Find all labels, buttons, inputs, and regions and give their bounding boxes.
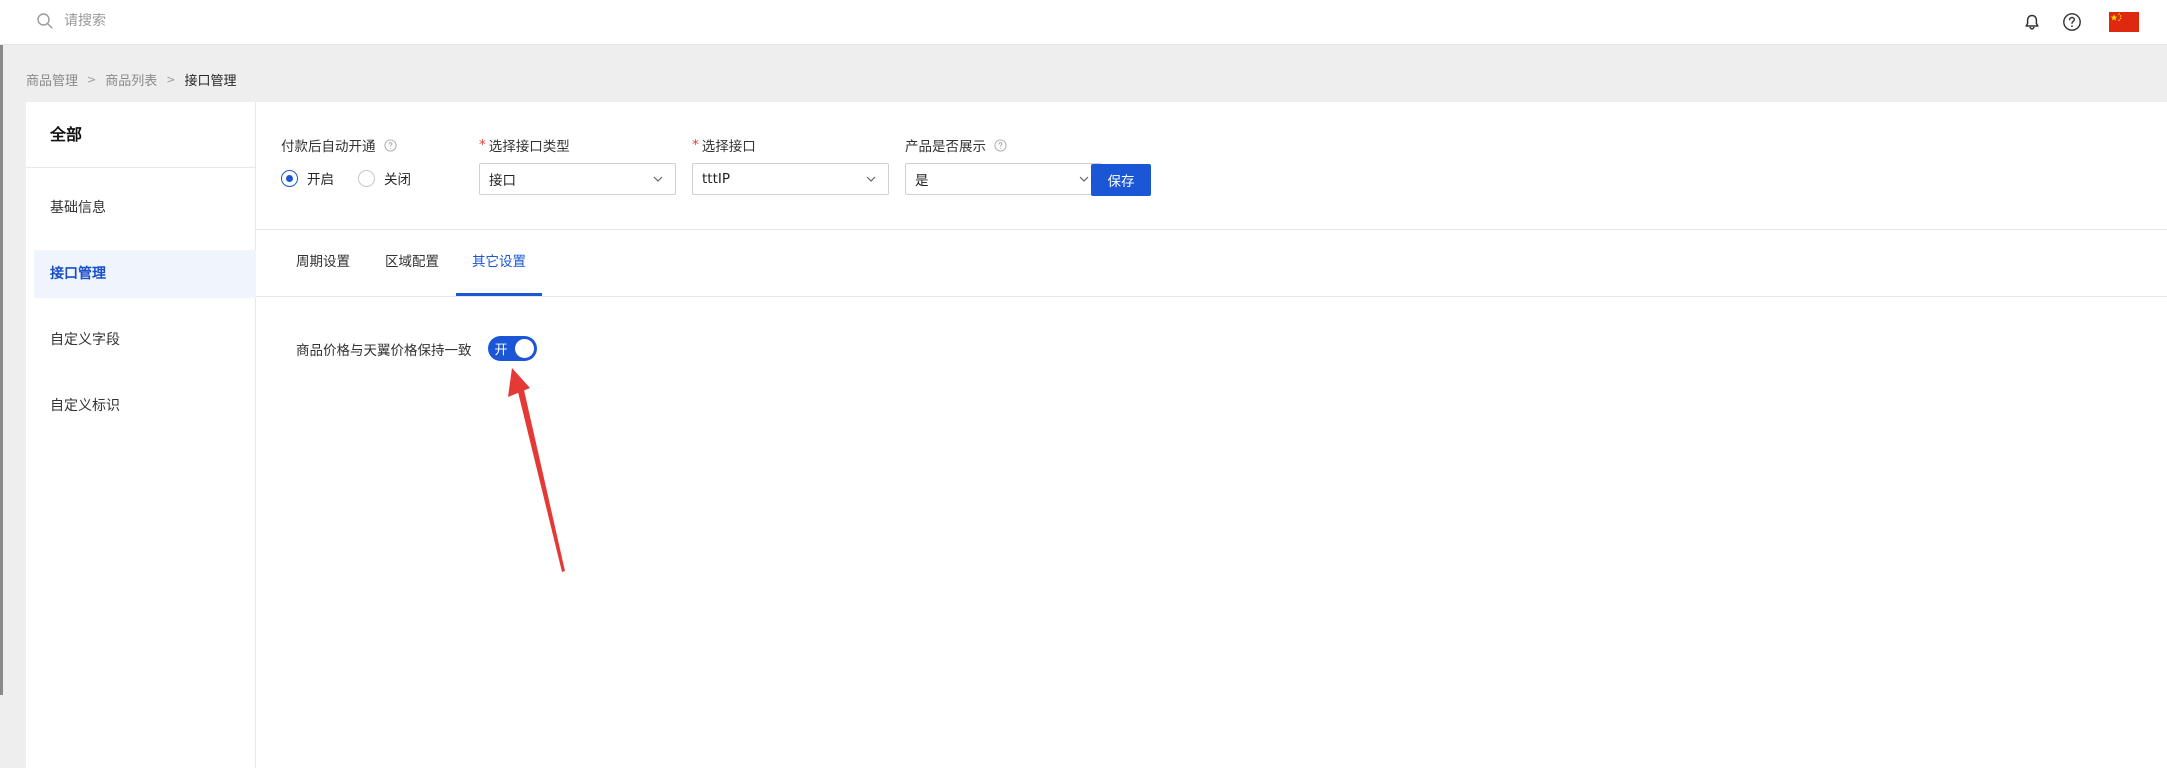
display-select[interactable]: 是 — [905, 163, 1102, 195]
breadcrumb-separator-icon: > — [166, 73, 176, 86]
help-icon[interactable] — [2061, 11, 2083, 33]
interface-type-field: * 选择接口类型 接口 — [479, 136, 676, 195]
radio-disable-label: 关闭 — [384, 172, 411, 188]
sidebar: 全部 基础信息 接口管理 自定义字段 自定义标识 — [26, 102, 256, 768]
display-label: 产品是否展示 — [905, 139, 986, 155]
chevron-down-icon — [866, 176, 876, 182]
top-actions — [2003, 11, 2139, 33]
display-value: 是 — [915, 173, 929, 189]
radio-enable[interactable]: 开启 — [281, 168, 334, 188]
sidebar-item-interface[interactable]: 接口管理 — [34, 250, 256, 298]
tab-region-config[interactable]: 区域配置 — [385, 230, 439, 296]
top-bar — [0, 0, 2167, 45]
interface-label: 选择接口 — [701, 139, 756, 155]
question-circle-icon[interactable] — [994, 138, 1007, 152]
chevron-down-icon — [653, 176, 663, 182]
content-card: 全部 基础信息 接口管理 自定义字段 自定义标识 付款后自动开通 开启 关闭 *… — [26, 102, 2167, 768]
required-marker: * — [692, 137, 699, 153]
breadcrumb-item-interface: 接口管理 — [184, 74, 237, 89]
search-box — [36, 12, 324, 30]
radio-button-unchecked[interactable] — [358, 169, 375, 187]
interface-select[interactable]: tttIP — [692, 163, 889, 195]
toggle-on-text: 开 — [494, 343, 508, 358]
bell-icon[interactable] — [2021, 11, 2043, 33]
main-panel: 付款后自动开通 开启 关闭 * 选择接口类型 接口 * 选择接口 tttIP 产… — [256, 102, 2167, 768]
interface-form: 付款后自动开通 开启 关闭 * 选择接口类型 接口 * 选择接口 tttIP 产… — [256, 102, 2167, 230]
radio-enable-label: 开启 — [307, 172, 334, 188]
interface-type-select[interactable]: 接口 — [479, 163, 676, 195]
breadcrumb-separator-icon: > — [87, 73, 97, 86]
auto-open-field: 付款后自动开通 开启 关闭 — [281, 136, 435, 188]
radio-button-checked[interactable] — [281, 169, 298, 187]
price-sync-toggle[interactable]: 开 — [487, 336, 537, 361]
breadcrumb-item-products[interactable]: 商品管理 — [26, 70, 78, 89]
interface-value: tttIP — [702, 171, 731, 187]
chevron-down-icon — [1079, 176, 1089, 182]
settings-tabs: 周期设置 区域配置 其它设置 — [256, 230, 2167, 297]
toggle-knob — [514, 339, 534, 358]
interface-type-value: 接口 — [489, 173, 516, 189]
radio-disable[interactable]: 关闭 — [358, 168, 411, 188]
display-field: 产品是否展示 是 — [905, 136, 1102, 195]
tab-other-settings[interactable]: 其它设置 — [456, 230, 542, 296]
left-edge-line — [0, 45, 3, 695]
breadcrumb: 商品管理 > 商品列表 > 接口管理 — [26, 70, 236, 89]
search-icon — [37, 13, 53, 29]
interface-field: * 选择接口 tttIP — [692, 136, 889, 195]
china-flag-icon[interactable] — [2109, 12, 2139, 32]
sidebar-item-custom-tags[interactable]: 自定义标识 — [34, 382, 256, 430]
price-sync-label: 商品价格与天翼价格保持一致 — [296, 342, 472, 359]
question-circle-icon[interactable] — [383, 138, 397, 152]
required-marker: * — [479, 137, 486, 153]
sidebar-item-basic-info[interactable]: 基础信息 — [34, 184, 256, 232]
search-input[interactable] — [64, 13, 324, 29]
auto-open-radio-group: 开启 关闭 — [281, 168, 435, 188]
sidebar-item-custom-fields[interactable]: 自定义字段 — [34, 316, 256, 364]
save-button[interactable]: 保存 — [1091, 164, 1151, 196]
price-sync-setting: 商品价格与天翼价格保持一致 开 — [296, 336, 537, 361]
sidebar-title: 全部 — [26, 102, 255, 168]
tab-cycle-settings[interactable]: 周期设置 — [296, 230, 350, 296]
auto-open-label: 付款后自动开通 — [281, 139, 376, 155]
breadcrumb-item-product-list[interactable]: 商品列表 — [105, 70, 157, 89]
interface-type-label: 选择接口类型 — [488, 139, 570, 155]
